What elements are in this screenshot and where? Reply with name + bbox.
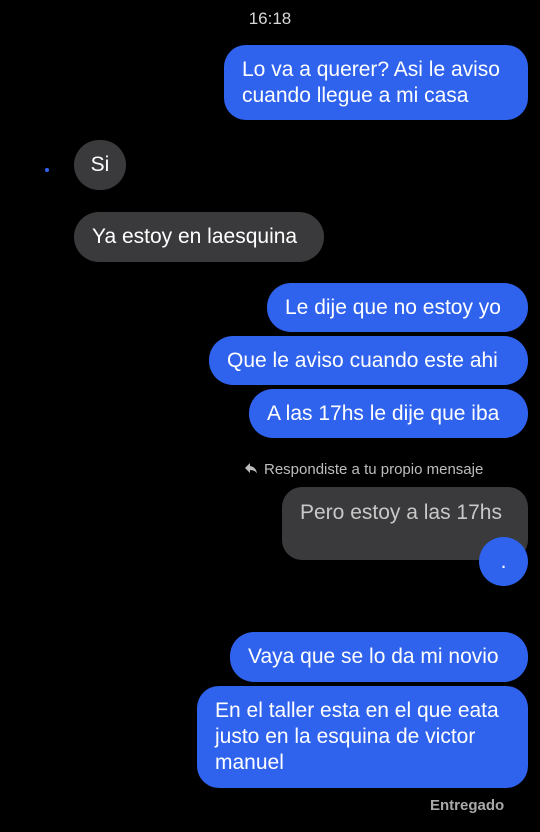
message-bubble-outgoing[interactable]: Vaya que se lo da mi novio xyxy=(230,632,528,682)
read-receipt-dot xyxy=(45,168,49,172)
message-text: Ya estoy en laesquina xyxy=(92,225,298,248)
message-text: Le dije que no estoy yo xyxy=(285,295,501,319)
message-text: A las 17hs le dije que iba xyxy=(267,401,500,425)
message-text: Vaya que se lo da mi novio xyxy=(248,645,499,668)
message-text-line: manuel xyxy=(215,751,284,774)
reply-note-text: Respondiste a tu propio mensaje xyxy=(264,460,484,478)
message-text: Si xyxy=(90,153,110,176)
message-bubble-incoming[interactable]: Si xyxy=(74,140,126,190)
message-text-line: Lo va a querer? Asi le aviso xyxy=(242,57,500,81)
message-bubble-outgoing[interactable]: Lo va a querer? Asi le aviso cuando lleg… xyxy=(224,45,528,120)
message-bubble-outgoing[interactable]: En el taller esta en el que eata justo e… xyxy=(197,686,528,788)
message-bubble-outgoing[interactable]: . xyxy=(479,537,528,586)
reply-arrow-icon xyxy=(244,461,258,478)
message-text: Que le aviso cuando este ahi xyxy=(227,348,498,372)
message-bubble-incoming[interactable]: Ya estoy en laesquina xyxy=(74,212,324,262)
status-time: 16:18 xyxy=(248,9,292,28)
message-text-line: cuando llegue a mi casa xyxy=(242,83,469,107)
message-text-line: justo en la esquina de victor xyxy=(215,725,476,748)
message-bubble-outgoing[interactable]: Le dije que no estoy yo xyxy=(267,283,528,332)
delivery-status: Entregado xyxy=(430,797,505,814)
message-bubble-outgoing[interactable]: Que le aviso cuando este ahi xyxy=(209,336,528,385)
quoted-message-text: Pero estoy a las 17hs xyxy=(300,501,502,524)
message-bubble-outgoing[interactable]: A las 17hs le dije que iba xyxy=(249,389,528,438)
message-text: . xyxy=(500,549,507,573)
reply-indicator: Respondiste a tu propio mensaje xyxy=(244,459,483,479)
message-text-line: En el taller esta en el que eata xyxy=(215,699,499,722)
